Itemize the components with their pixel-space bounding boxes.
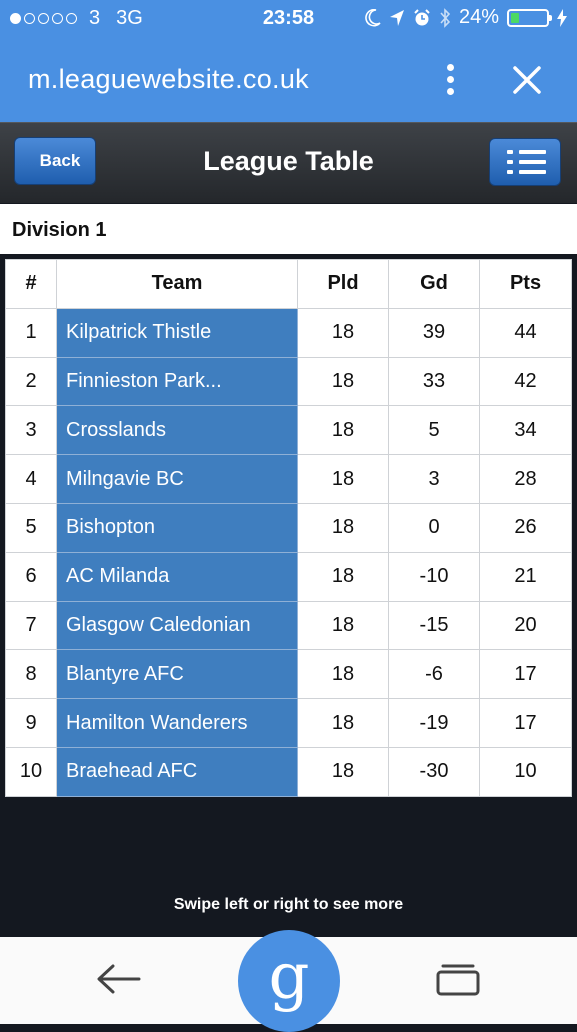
league-table: # Team Pld Gd Pts 1 Kilpatrick Thistle 18 3… xyxy=(5,259,572,797)
cell-goal-difference: 33 xyxy=(388,356,480,407)
recent-tabs-icon[interactable] xyxy=(435,963,481,997)
table-row[interactable]: 4 Milngavie BC 18 3 28 xyxy=(5,454,572,504)
cell-played: 18 xyxy=(297,698,389,748)
alarm-clock-icon xyxy=(414,8,430,25)
url-text[interactable]: m.leaguewebsite.co.uk xyxy=(28,64,309,95)
cell-goal-difference: -10 xyxy=(388,551,480,602)
battery-percent: 24% xyxy=(458,6,499,28)
cell-team[interactable]: Glasgow Caledonian xyxy=(56,600,298,651)
cell-points: 20 xyxy=(479,600,572,651)
cell-points: 17 xyxy=(479,649,572,700)
cell-position: 5 xyxy=(5,502,57,553)
cell-played: 18 xyxy=(297,551,389,602)
cell-played: 18 xyxy=(297,649,389,700)
table-row[interactable]: 6 AC Milanda 18 -10 21 xyxy=(5,551,572,602)
charging-bolt-icon xyxy=(557,8,567,27)
table-row[interactable]: 10 Braehead AFC 18 -30 10 xyxy=(5,746,572,797)
division-title: Division 1 xyxy=(12,219,107,241)
table-row[interactable]: 8 Blantyre AFC 18 -6 17 xyxy=(5,649,572,700)
google-icon[interactable]: g xyxy=(238,930,340,1032)
column-header-played[interactable]: Pld xyxy=(297,259,389,309)
cell-position: 9 xyxy=(5,698,57,748)
cell-goal-difference: 39 xyxy=(388,307,480,358)
cell-team[interactable]: Kilpatrick Thistle xyxy=(56,307,298,358)
kebab-menu-icon[interactable] xyxy=(443,64,457,96)
swipe-hint: Swipe left or right to see more xyxy=(173,896,404,913)
table-row[interactable]: 9 Hamilton Wanderers 18 -19 17 xyxy=(5,698,572,748)
cell-points: 28 xyxy=(479,454,572,504)
cell-position: 10 xyxy=(5,746,57,797)
cell-position: 7 xyxy=(5,600,57,651)
column-header-goal-difference[interactable]: Gd xyxy=(388,259,480,309)
cell-goal-difference: 3 xyxy=(388,454,480,504)
table-row[interactable]: 5 Bishopton 18 0 26 xyxy=(5,502,572,553)
cell-position: 8 xyxy=(5,649,57,700)
cell-goal-difference: -6 xyxy=(388,649,480,700)
column-header-points[interactable]: Pts xyxy=(479,259,572,309)
close-icon[interactable] xyxy=(507,60,547,100)
cell-played: 18 xyxy=(297,405,389,456)
cell-position: 3 xyxy=(5,405,57,456)
cell-played: 18 xyxy=(297,502,389,553)
battery-fill xyxy=(511,12,520,23)
moon-icon xyxy=(365,8,381,27)
status-right: 24% xyxy=(365,6,567,29)
cell-played: 18 xyxy=(297,307,389,358)
cell-team[interactable]: Hamilton Wanderers xyxy=(56,698,298,748)
cell-team[interactable]: AC Milanda xyxy=(56,551,298,602)
table-body: 1 Kilpatrick Thistle 18 39 44 2 Finnieston Par… xyxy=(5,307,572,797)
app-header: Back League Table xyxy=(0,122,577,203)
cell-goal-difference: 5 xyxy=(388,405,480,456)
google-glyph: g xyxy=(268,940,310,1014)
cell-team[interactable]: Crosslands xyxy=(56,405,298,456)
status-bar: 3 3G 23:58 24% xyxy=(0,0,577,38)
cell-team[interactable]: Bishopton xyxy=(56,502,298,553)
browser-url-bar: m.leaguewebsite.co.uk xyxy=(0,38,577,122)
table-header-row: # Team Pld Gd Pts xyxy=(5,259,572,309)
cell-points: 44 xyxy=(479,307,572,358)
cell-played: 18 xyxy=(297,356,389,407)
cell-position: 4 xyxy=(5,454,57,504)
list-menu-button[interactable] xyxy=(489,138,561,186)
cell-points: 26 xyxy=(479,502,572,553)
column-header-team[interactable]: Team xyxy=(56,259,298,309)
cell-played: 18 xyxy=(297,454,389,504)
cell-played: 18 xyxy=(297,746,389,797)
cell-team[interactable]: Milngavie BC xyxy=(56,454,298,504)
table-row[interactable]: 3 Crosslands 18 5 34 xyxy=(5,405,572,456)
cell-team[interactable]: Braehead AFC xyxy=(56,746,298,797)
column-header-position[interactable]: # xyxy=(5,259,57,309)
division-heading: Division 1 xyxy=(0,204,577,254)
cell-goal-difference: -15 xyxy=(388,600,480,651)
arrow-left-icon[interactable] xyxy=(95,959,143,999)
table-row[interactable]: 2 Finnieston Park... 18 33 42 xyxy=(5,356,572,407)
battery-icon xyxy=(507,8,552,27)
cell-position: 2 xyxy=(5,356,57,407)
bluetooth-icon xyxy=(440,7,451,28)
cell-points: 21 xyxy=(479,551,572,602)
cell-played: 18 xyxy=(297,600,389,651)
table-row[interactable]: 7 Glasgow Caledonian 18 -15 20 xyxy=(5,600,572,651)
cell-goal-difference: -30 xyxy=(388,746,480,797)
location-arrow-icon xyxy=(389,9,404,26)
cell-points: 17 xyxy=(479,698,572,748)
cell-goal-difference: 0 xyxy=(388,502,480,553)
cell-team[interactable]: Blantyre AFC xyxy=(56,649,298,700)
cell-points: 10 xyxy=(479,746,572,797)
cell-points: 42 xyxy=(479,356,572,407)
table-row[interactable]: 1 Kilpatrick Thistle 18 39 44 xyxy=(5,307,572,358)
cell-points: 34 xyxy=(479,405,572,456)
cell-position: 1 xyxy=(5,307,57,358)
cell-position: 6 xyxy=(5,551,57,602)
cell-goal-difference: -19 xyxy=(388,698,480,748)
cell-team[interactable]: Finnieston Park... xyxy=(56,356,298,407)
